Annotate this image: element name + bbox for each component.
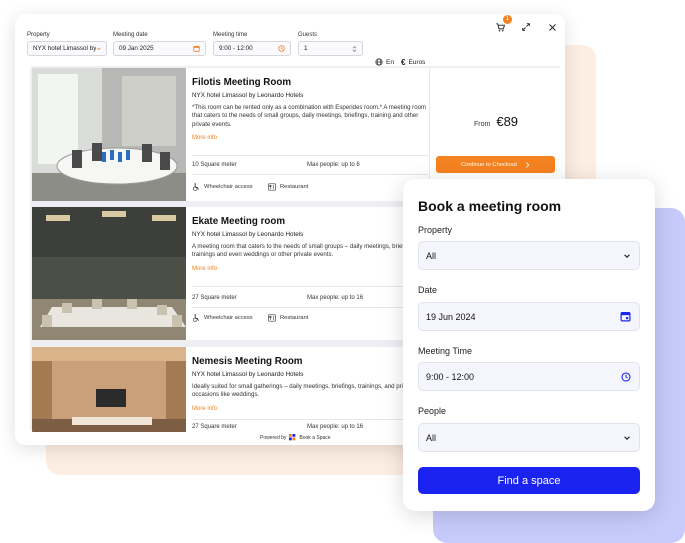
date-input[interactable]: 09 Jan 2025 — [113, 41, 206, 56]
room-max-people: Max people: up to 6 — [307, 162, 360, 168]
book-meeting-room-panel: Book a meeting room Property All Date 19… — [403, 179, 655, 511]
find-a-space-button[interactable]: Find a space — [418, 467, 640, 494]
divider — [192, 174, 428, 175]
powered-by: Powered by Book a Space — [260, 434, 331, 441]
divider — [192, 307, 428, 308]
date-input-value: 09 Jan 2025 — [119, 45, 154, 52]
date-filter: Meeting date 09 Jan 2025 — [113, 32, 206, 56]
property-select-value: NYX hotel Limassol by L — [33, 45, 96, 52]
continue-to-checkout-button[interactable]: Continue to Checkout — [436, 156, 555, 173]
amenity-restaurant: Restaurant — [268, 183, 308, 191]
amenity-restaurant: Restaurant — [268, 314, 308, 322]
restaurant-icon — [268, 183, 276, 191]
property-select[interactable]: All — [418, 241, 640, 270]
property-filter-label: Property — [27, 32, 50, 38]
time-input-value: 9:00 - 12:00 — [219, 45, 253, 52]
room-card-body: Filotis Meeting Room NYX hotel Limassol … — [192, 68, 428, 201]
room-max-people: Max people: up to 16 — [307, 424, 364, 430]
room-hotel: NYX hotel Limassol by Leonardo Hotels — [192, 231, 304, 238]
stepper-arrows-icon[interactable] — [352, 45, 357, 53]
room-size: 27 Square meter — [192, 295, 237, 301]
time-filter-label: Meeting time — [213, 32, 248, 38]
property-filter: Property NYX hotel Limassol by L — [27, 32, 107, 56]
divider — [192, 155, 428, 156]
people-select[interactable]: All — [418, 423, 640, 452]
chevron-down-icon — [624, 435, 630, 440]
date-input[interactable]: 19 Jun 2024 — [418, 302, 640, 331]
close-icon — [548, 23, 556, 31]
property-select[interactable]: NYX hotel Limassol by L — [27, 41, 107, 56]
price-display: From €89 — [474, 114, 518, 129]
checkout-label: Continue to Checkout — [461, 161, 517, 168]
guests-filter-label: Guests — [298, 32, 318, 38]
room-description: A meeting room that caters to the needs … — [192, 243, 417, 259]
date-input-value: 19 Jun 2024 — [426, 311, 476, 322]
room-photo[interactable] — [32, 207, 186, 340]
property-label: Property — [418, 225, 453, 235]
chevron-right-icon — [525, 161, 530, 168]
room-photo[interactable] — [32, 68, 186, 201]
cart-icon — [495, 22, 505, 31]
amenity-wheelchair: Wheelchair access — [192, 314, 253, 322]
from-label: From — [474, 121, 491, 128]
amenity-label: Wheelchair access — [204, 315, 253, 321]
globe-icon — [375, 58, 383, 66]
chevron-down-icon — [96, 47, 101, 50]
more-info-link[interactable]: More info — [192, 266, 427, 272]
room-card-body: Nemesis Meeting Room NYX hotel Limassol … — [192, 347, 428, 432]
panel-title: Book a meeting room — [418, 198, 562, 214]
calendar-icon — [620, 312, 631, 322]
book-a-space-logo-icon — [289, 434, 296, 441]
guests-stepper[interactable]: 1 — [298, 41, 363, 56]
chevron-down-icon — [624, 253, 630, 258]
clock-icon — [278, 45, 285, 52]
room-card-body: Ekate Meeting room NYX hotel Limassol by… — [192, 207, 428, 340]
meeting-time-label: Meeting Time — [418, 346, 473, 356]
room-hotel: NYX hotel Limassol by Leonardo Hotels — [192, 92, 304, 99]
filter-bar: Property NYX hotel Limassol by L Meeting… — [27, 32, 557, 67]
brand-name[interactable]: Book a Space — [299, 435, 330, 441]
people-label: People — [418, 406, 447, 416]
room-description: Ideally suited for small gatherings – da… — [192, 383, 415, 399]
guests-stepper-value: 1 — [304, 45, 308, 52]
time-input[interactable]: 9:00 - 12:00 — [213, 41, 291, 56]
room-title[interactable]: Ekate Meeting room — [192, 216, 427, 227]
room-max-people: Max people: up to 16 — [307, 295, 364, 301]
room-size: 10 Square meter — [192, 162, 237, 168]
time-filter: Meeting time 9:00 - 12:00 — [213, 32, 291, 56]
language-value: En — [386, 58, 394, 66]
meeting-time-input[interactable]: 9:00 - 12:00 — [418, 362, 640, 391]
restaurant-icon — [268, 314, 276, 322]
powered-by-label: Powered by — [260, 434, 287, 441]
language-selector[interactable]: En — [375, 58, 394, 66]
amenity-wheelchair: Wheelchair access — [192, 183, 253, 191]
currency-value: Euros — [408, 59, 426, 66]
date-label: Date — [418, 285, 438, 295]
room-size: 27 Square meter — [192, 424, 237, 430]
room-price: €89 — [496, 114, 519, 129]
meeting-time-value: 9:00 - 12:00 — [426, 371, 475, 382]
expand-icon — [522, 23, 530, 31]
divider — [192, 419, 428, 420]
room-title[interactable]: Nemesis Meeting Room — [192, 356, 427, 367]
property-select-value: All — [426, 250, 437, 261]
room-description: *This room can be rented only as a combi… — [192, 104, 427, 128]
wheelchair-icon — [193, 183, 199, 191]
room-title[interactable]: Filotis Meeting Room — [192, 77, 427, 88]
calendar-icon — [193, 45, 200, 52]
cart-count-badge: 1 — [503, 15, 512, 24]
room-photo[interactable] — [32, 347, 186, 432]
more-info-link[interactable]: More info — [192, 406, 427, 412]
divider — [192, 286, 428, 287]
clock-icon — [621, 371, 631, 382]
amenity-label: Restaurant — [280, 315, 309, 321]
people-select-value: All — [426, 432, 437, 443]
date-filter-label: Meeting date — [113, 32, 148, 38]
amenity-label: Restaurant — [280, 184, 309, 190]
guests-filter: Guests 1 — [298, 32, 363, 56]
more-info-link[interactable]: More info — [192, 135, 427, 141]
wheelchair-icon — [193, 314, 199, 322]
room-hotel: NYX hotel Limassol by Leonardo Hotels — [192, 371, 304, 378]
amenity-label: Wheelchair access — [204, 184, 253, 190]
